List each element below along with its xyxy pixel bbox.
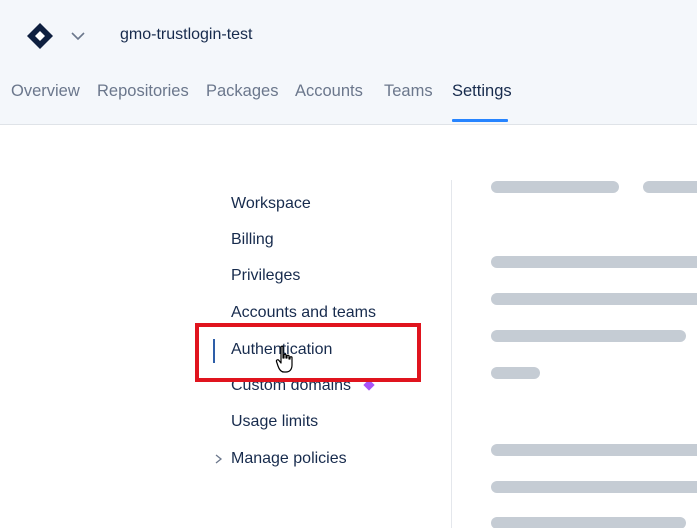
workspace-logo-icon[interactable] — [26, 22, 54, 50]
tab-overview[interactable]: Overview — [11, 82, 80, 101]
chevron-down-icon[interactable] — [70, 30, 86, 42]
highlight-box — [195, 323, 421, 382]
skeleton-line — [491, 256, 697, 268]
top-header: gmo-trustlogin-test Overview Repositorie… — [0, 0, 697, 125]
tab-accounts[interactable]: Accounts — [295, 82, 363, 101]
skeleton-line — [491, 330, 686, 342]
tab-packages[interactable]: Packages — [206, 82, 278, 101]
sidebar-item-workspace[interactable]: Workspace — [231, 195, 311, 213]
sidebar-item-usage-limits[interactable]: Usage limits — [231, 413, 318, 431]
sidebar-item-privileges[interactable]: Privileges — [231, 267, 300, 285]
tab-settings[interactable]: Settings — [452, 82, 512, 101]
content-divider — [451, 180, 452, 528]
tab-teams[interactable]: Teams — [384, 82, 433, 101]
chevron-right-icon[interactable] — [214, 453, 223, 465]
hand-pointer-cursor-icon — [275, 345, 293, 373]
skeleton-line — [643, 181, 697, 193]
skeleton-line — [491, 481, 697, 493]
sidebar-item-manage-policies[interactable]: Manage policies — [231, 450, 347, 468]
skeleton-line — [491, 367, 540, 379]
active-tab-indicator — [452, 119, 508, 122]
skeleton-line — [491, 517, 686, 528]
skeleton-line — [491, 181, 619, 193]
skeleton-line — [491, 444, 697, 456]
tab-repositories[interactable]: Repositories — [97, 82, 189, 101]
skeleton-line — [491, 293, 697, 305]
sidebar-item-accounts-and-teams[interactable]: Accounts and teams — [231, 304, 376, 322]
sidebar-item-billing[interactable]: Billing — [231, 231, 274, 249]
workspace-name[interactable]: gmo-trustlogin-test — [120, 26, 253, 44]
